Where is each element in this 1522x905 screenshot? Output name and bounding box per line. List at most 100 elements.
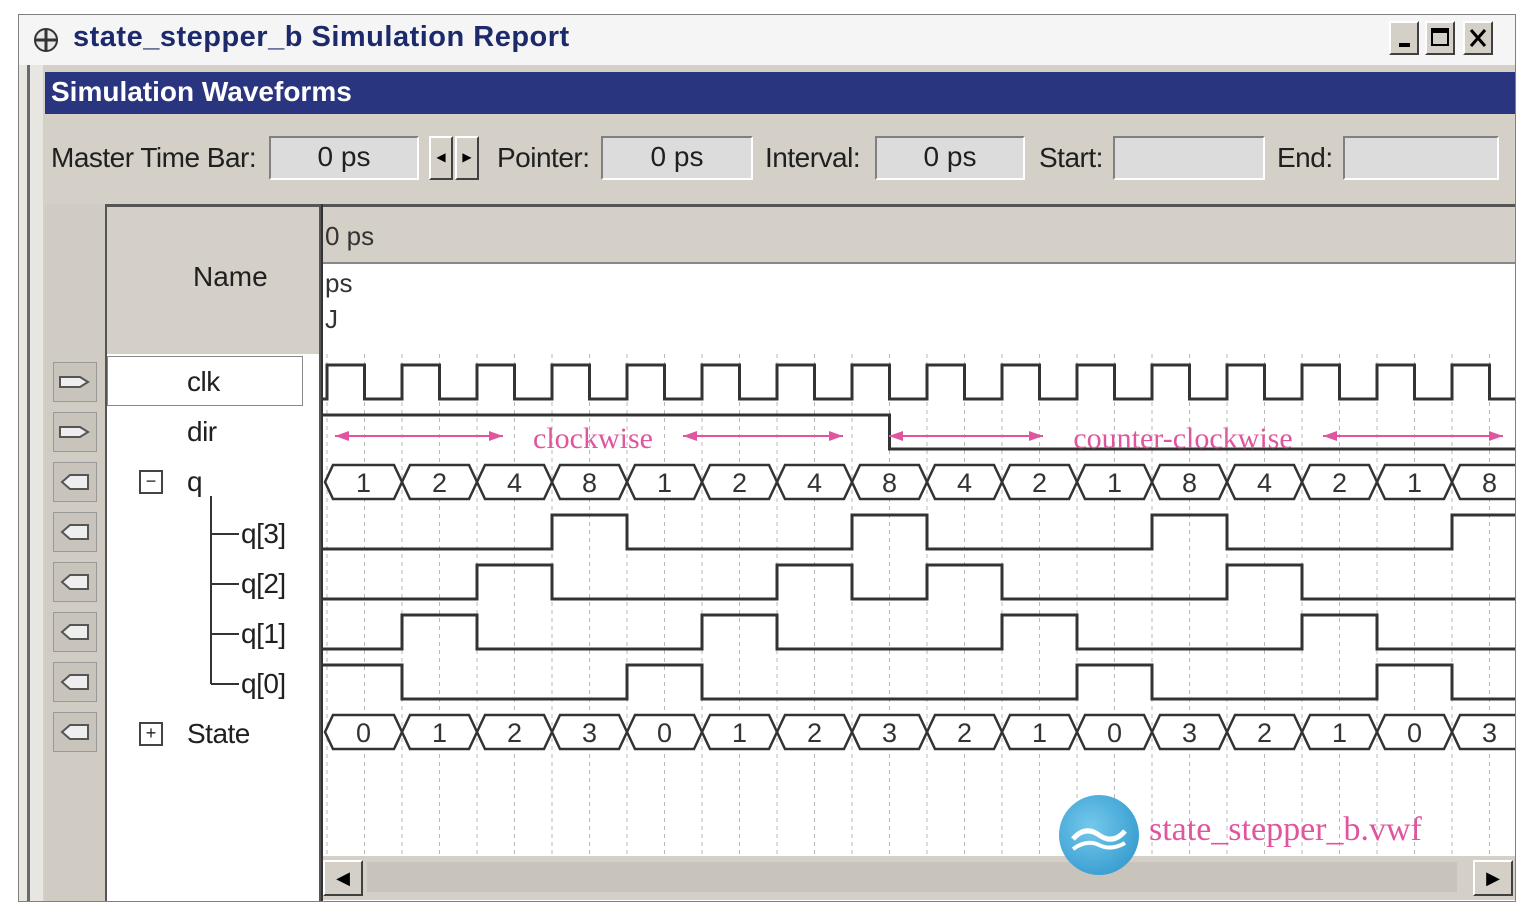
state-bus-value-label: 2 xyxy=(507,718,522,748)
state-bus-value-label: 0 xyxy=(657,718,672,748)
maximize-button[interactable] xyxy=(1425,21,1455,55)
horizontal-scrollbar[interactable]: ◀ ▶ xyxy=(323,856,1515,900)
q2-waveform xyxy=(323,563,1515,601)
signal-name-q2[interactable]: q[2] xyxy=(241,568,286,600)
output-pin-icon[interactable] xyxy=(53,462,97,502)
signal-name-column: Name clk dir − q q[3] q[2] q[1] q[0] + S… xyxy=(107,204,321,901)
q-bus-value-label: 4 xyxy=(957,468,972,498)
tree-lines xyxy=(210,496,239,685)
time-grid xyxy=(326,354,1490,854)
expand-state-toggle[interactable]: + xyxy=(139,722,163,746)
state-bus-value-label: 3 xyxy=(1482,718,1497,748)
interval-field: 0 ps xyxy=(875,136,1025,180)
app-icon xyxy=(34,28,58,52)
close-icon xyxy=(1469,29,1487,47)
clockwise-arrow-right-head-right xyxy=(829,431,843,441)
output-pin-icon[interactable] xyxy=(53,612,97,652)
state-bus-value-label: 3 xyxy=(1182,718,1197,748)
interval-label: Interval: xyxy=(765,142,861,173)
q-bus-value-label: 8 xyxy=(882,468,897,498)
state-bus-value-label: 1 xyxy=(432,718,447,748)
state-bus-value-label: 2 xyxy=(957,718,972,748)
q-bus-value-label: 1 xyxy=(1107,468,1122,498)
input-pin-icon[interactable] xyxy=(53,362,97,402)
name-header-label: Name xyxy=(193,261,268,292)
q-bus-value-label: 1 xyxy=(1407,468,1422,498)
counter-clockwise-arrow-right-head-right xyxy=(1489,431,1503,441)
output-pin-icon[interactable] xyxy=(53,662,97,702)
scroll-right-button[interactable]: ▶ xyxy=(1473,860,1513,896)
collapse-q-toggle[interactable]: − xyxy=(139,470,163,494)
output-pin-icon[interactable] xyxy=(53,712,97,752)
q-bus-value-label: 1 xyxy=(356,468,371,498)
state-bus-value-label: 2 xyxy=(1257,718,1272,748)
q-bus-value-label: 4 xyxy=(1257,468,1272,498)
pointer-field: 0 ps xyxy=(601,136,753,180)
state-bus-value-label: 3 xyxy=(582,718,597,748)
file-name-label: state_stepper_b.vwf xyxy=(1149,811,1422,848)
panel-header: Simulation Waveforms xyxy=(45,72,1515,114)
clk-waveform xyxy=(323,363,1515,401)
start-field xyxy=(1113,136,1265,180)
waveforms: 1248124842184218401230123210321032 xyxy=(323,363,1515,751)
scroll-left-button[interactable]: ◀ xyxy=(323,860,363,896)
window-title: state_stepper_b Simulation Report xyxy=(73,21,570,53)
time-bar-prev-button[interactable]: ◀ xyxy=(429,136,453,180)
signal-name-dir[interactable]: dir xyxy=(187,416,217,448)
state-bus-value-label: 0 xyxy=(356,718,371,748)
state-bus-value-label: 1 xyxy=(1032,718,1047,748)
signal-name-q0[interactable]: q[0] xyxy=(241,668,286,700)
master-time-bar-label: Master Time Bar: xyxy=(51,142,257,173)
signal-name-q3[interactable]: q[3] xyxy=(241,518,286,550)
q-bus-value-label: 1 xyxy=(657,468,672,498)
close-button[interactable] xyxy=(1463,21,1493,55)
state-bus-value-label: 0 xyxy=(1107,718,1122,748)
signal-name-clk[interactable]: clk xyxy=(187,366,220,398)
signal-type-gutter xyxy=(45,204,107,901)
annotation-counter-clockwise: counter-clockwise xyxy=(1073,422,1292,455)
state-bus-value-label: 1 xyxy=(1332,718,1347,748)
clockwise-arrow-left-head-right xyxy=(489,431,503,441)
clockwise-arrow-left-head-left xyxy=(335,431,349,441)
q-bus-value-label: 2 xyxy=(1332,468,1347,498)
q-bus-value-label: 4 xyxy=(807,468,822,498)
window-left-border xyxy=(19,65,43,901)
output-pin-icon[interactable] xyxy=(53,562,97,602)
q0-waveform xyxy=(323,663,1515,701)
scroll-thumb[interactable] xyxy=(367,862,1457,892)
output-pin-icon[interactable] xyxy=(53,512,97,552)
q-bus-value-label: 2 xyxy=(1032,468,1047,498)
annotation-clockwise: clockwise xyxy=(533,422,653,455)
state-bus-value-label: 1 xyxy=(732,718,747,748)
time-bar-next-button[interactable]: ▶ xyxy=(455,136,479,180)
q-bus-value-label: 2 xyxy=(732,468,747,498)
state-bus-value-label: 2 xyxy=(807,718,822,748)
panel-title: Simulation Waveforms xyxy=(51,76,352,107)
state-bus-value-label: 0 xyxy=(1407,718,1422,748)
name-column-header: Name xyxy=(107,204,319,354)
clockwise-arrow-right-head-left xyxy=(683,431,697,441)
maximize-icon xyxy=(1431,28,1449,46)
waveform-pane: 0 ps ps J 124812484218421840123012321032… xyxy=(321,204,1516,901)
q1-waveform xyxy=(323,613,1515,651)
master-time-bar-field[interactable]: 0 ps xyxy=(269,136,419,180)
end-field xyxy=(1343,136,1499,180)
signal-name-q[interactable]: q xyxy=(187,466,203,498)
state-bus-value-label: 3 xyxy=(882,718,897,748)
q-bus-value-label: 8 xyxy=(582,468,597,498)
q-bus-value-label: 8 xyxy=(1182,468,1197,498)
title-bar[interactable]: state_stepper_b Simulation Report xyxy=(19,15,1515,65)
input-pin-icon[interactable] xyxy=(53,412,97,452)
minimize-icon xyxy=(1399,43,1410,47)
time-toolbar: Master Time Bar: 0 ps ◀ ▶ Pointer: 0 ps … xyxy=(45,114,1515,204)
pointer-label: Pointer: xyxy=(497,142,590,173)
signal-name-q1[interactable]: q[1] xyxy=(241,618,286,650)
end-label: End: xyxy=(1277,142,1333,173)
signal-name-state[interactable]: State xyxy=(187,718,250,750)
q-bus-value-label: 8 xyxy=(1482,468,1497,498)
q3-waveform xyxy=(323,513,1515,551)
waveform-canvas[interactable]: 1248124842184218401230123210321032 clock… xyxy=(323,204,1516,854)
dir-waveform xyxy=(323,413,1515,451)
file-logo-icon xyxy=(1059,795,1139,875)
minimize-button[interactable] xyxy=(1389,21,1419,55)
